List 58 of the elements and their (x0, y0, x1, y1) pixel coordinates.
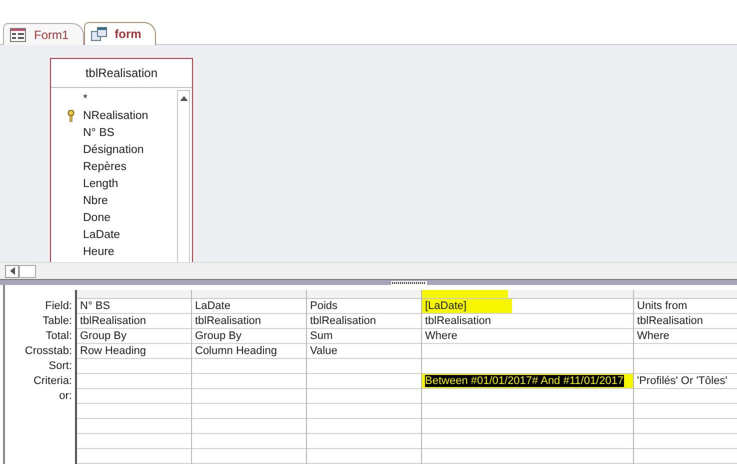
query-icon (90, 27, 107, 41)
table-title: tblRealisation (51, 59, 192, 88)
vertical-scrollbar[interactable] (177, 90, 190, 262)
grid-cell[interactable]: Column Heading (192, 344, 306, 359)
grid-cell[interactable]: tblRealisation (77, 314, 191, 329)
row-label: Table: (42, 315, 72, 327)
pane-splitter[interactable] (0, 279, 737, 285)
criteria-text: 'Profilés' Or 'Tôles' (637, 375, 728, 387)
document-tab[interactable]: form (84, 22, 156, 45)
field-name[interactable]: N° BS (83, 126, 114, 138)
table-field-list[interactable]: tblRealisation * NRealisation N° BS Désignation Repères Length Nbre Done LaDate Heure (50, 58, 193, 262)
grip-icon[interactable] (390, 280, 426, 284)
scroll-thumb[interactable] (19, 264, 36, 278)
grid-cell[interactable]: Group By (77, 329, 191, 344)
row-label: Crosstab: (24, 345, 72, 357)
selected-criteria-text: Between #01/01/2017# And #11/01/2017 (425, 375, 624, 387)
grid-cell[interactable]: Where (422, 329, 633, 344)
grid-cell[interactable]: Between #01/01/2017# And #11/01/2017 (422, 374, 633, 389)
row-label: Sort: (48, 360, 72, 372)
grid-cell[interactable]: tblRealisation (422, 314, 633, 329)
grid-cell[interactable]: Row Heading (77, 344, 191, 359)
field-name[interactable]: Done (83, 212, 110, 224)
field-name[interactable]: NRealisation (83, 110, 148, 122)
column-selector[interactable] (422, 290, 633, 299)
field-name[interactable]: * (83, 92, 88, 104)
up-arrow-icon[interactable] (180, 96, 188, 101)
grid-cell[interactable]: [LaDate] (422, 299, 633, 314)
grid-cell[interactable]: tblRealisation (634, 314, 737, 329)
grid-cell[interactable]: Poids (307, 299, 421, 314)
grid-cell[interactable]: N° BS (77, 299, 191, 314)
document-tab[interactable]: Form1 (3, 23, 84, 45)
column-selector[interactable] (192, 290, 306, 299)
grid-cell[interactable]: tblRealisation (307, 314, 421, 329)
grid-cell[interactable]: tblRealisation (192, 314, 306, 329)
row-label: or: (59, 390, 72, 402)
scroll-left-button[interactable] (5, 264, 19, 278)
field-name[interactable]: Length (83, 178, 118, 190)
grid-cell[interactable]: 'Profilés' Or 'Tôles' (634, 374, 737, 389)
field-name[interactable]: Repères (83, 160, 126, 172)
column-selector[interactable] (307, 290, 421, 299)
field-name[interactable]: Heure (83, 246, 114, 258)
column-selector[interactable] (77, 290, 191, 299)
column-selector[interactable] (634, 290, 737, 299)
row-label: Field: (45, 300, 72, 312)
grid-cell[interactable]: Units from (634, 299, 737, 314)
field-name[interactable]: Nbre (83, 194, 108, 206)
grid-cell[interactable]: Value (307, 344, 421, 359)
horizontal-scrollbar[interactable] (0, 262, 737, 279)
row-label: Criteria: (33, 375, 72, 387)
grid-cell[interactable]: Where (634, 329, 737, 344)
grid-cell[interactable]: Group By (192, 329, 306, 344)
grid-cell[interactable]: LaDate (192, 299, 306, 314)
form-icon (10, 28, 26, 42)
left-arrow-icon (10, 267, 14, 275)
row-label: Total: (46, 330, 72, 342)
field-name[interactable]: Désignation (83, 144, 144, 156)
grid-cell[interactable]: Sum (307, 329, 421, 344)
field-name[interactable]: LaDate (83, 228, 120, 240)
